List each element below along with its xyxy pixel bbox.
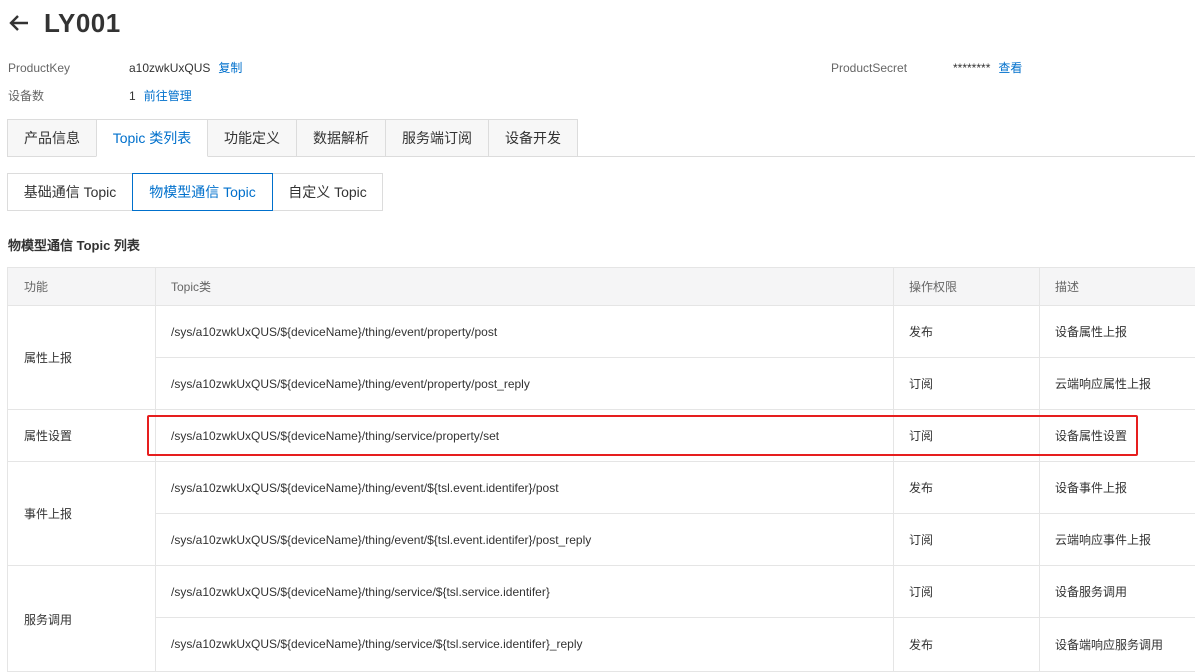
- permission-cell: 订阅: [909, 533, 934, 547]
- section-title: 物模型通信 Topic 列表: [8, 238, 140, 253]
- topic-cell: /sys/a10zwkUxQUS/${deviceName}/thing/ser…: [171, 428, 500, 443]
- function-cell: 属性设置: [24, 428, 73, 443]
- tab-topic-list[interactable]: Topic 类列表: [96, 119, 208, 157]
- description-cell: 云端响应事件上报: [1055, 533, 1152, 547]
- tab-data-parsing[interactable]: 数据解析: [296, 119, 386, 157]
- manage-devices-link[interactable]: 前往管理: [144, 87, 192, 104]
- topic-cell: /sys/a10zwkUxQUS/${deviceName}/thing/eve…: [171, 376, 530, 391]
- page-header: LY001: [8, 6, 121, 40]
- device-count-row: 设备数 1 前往管理: [8, 87, 192, 104]
- main-tabs: 产品信息 Topic 类列表 功能定义 数据解析 服务端订阅 设备开发: [7, 119, 1195, 157]
- product-key-label: ProductKey: [8, 60, 71, 75]
- description-cell: 设备属性上报: [1055, 325, 1128, 339]
- subtab-custom-topic[interactable]: 自定义 Topic: [272, 173, 383, 211]
- topic-cell: /sys/a10zwkUxQUS/${deviceName}/thing/ser…: [171, 584, 550, 599]
- topic-cell: /sys/a10zwkUxQUS/${deviceName}/thing/eve…: [171, 480, 559, 495]
- topic-table: 功能 Topic类 操作权限 描述 属性上报 属性设置 事件上报 服务调用 /s…: [7, 267, 1195, 672]
- tab-device-development[interactable]: 设备开发: [488, 119, 578, 157]
- table-header: 功能 Topic类 操作权限 描述: [8, 268, 1195, 306]
- header-topic: Topic类: [171, 280, 212, 294]
- permission-cell: 发布: [909, 481, 934, 495]
- view-secret-link[interactable]: 查看: [998, 59, 1022, 76]
- tab-server-subscription[interactable]: 服务端订阅: [385, 119, 489, 157]
- permission-cell: 发布: [909, 325, 934, 339]
- header-function: 功能: [24, 280, 49, 294]
- device-count-label: 设备数: [8, 89, 45, 103]
- header-permission: 操作权限: [909, 280, 958, 294]
- header-description: 描述: [1055, 280, 1080, 294]
- copy-link[interactable]: 复制: [218, 59, 242, 76]
- product-key-value: a10zwkUxQUS: [129, 60, 211, 75]
- tab-function-definition[interactable]: 功能定义: [207, 119, 297, 157]
- function-cell: 事件上报: [24, 506, 73, 521]
- description-cell: 设备属性设置: [1055, 429, 1128, 443]
- product-secret-label: ProductSecret: [831, 60, 908, 75]
- function-cell: 属性上报: [24, 351, 73, 365]
- topic-cell: /sys/a10zwkUxQUS/${deviceName}/thing/eve…: [171, 532, 592, 547]
- permission-cell: 发布: [909, 637, 934, 652]
- subtab-basic-topic[interactable]: 基础通信 Topic: [7, 173, 133, 211]
- topic-cell: /sys/a10zwkUxQUS/${deviceName}/thing/ser…: [171, 637, 583, 651]
- page-title: LY001: [44, 7, 121, 38]
- back-arrow-icon[interactable]: [8, 12, 30, 34]
- product-secret-value: ********: [953, 60, 991, 75]
- tab-product-info[interactable]: 产品信息: [7, 119, 97, 157]
- permission-cell: 订阅: [909, 377, 934, 391]
- device-count-value: 1: [129, 88, 136, 103]
- description-cell: 设备服务调用: [1055, 585, 1128, 599]
- description-cell: 设备事件上报: [1055, 481, 1128, 495]
- description-cell: 设备端响应服务调用: [1055, 637, 1164, 652]
- product-secret-row: ProductSecret ******** 查看: [831, 59, 1022, 76]
- product-key-row: ProductKey a10zwkUxQUS 复制: [8, 59, 242, 76]
- function-cell: 服务调用: [24, 612, 73, 627]
- permission-cell: 订阅: [909, 585, 934, 599]
- permission-cell: 订阅: [909, 429, 934, 443]
- topic-cell: /sys/a10zwkUxQUS/${deviceName}/thing/eve…: [171, 324, 498, 339]
- description-cell: 云端响应属性上报: [1055, 377, 1152, 391]
- subtab-thing-model-topic[interactable]: 物模型通信 Topic: [132, 173, 273, 211]
